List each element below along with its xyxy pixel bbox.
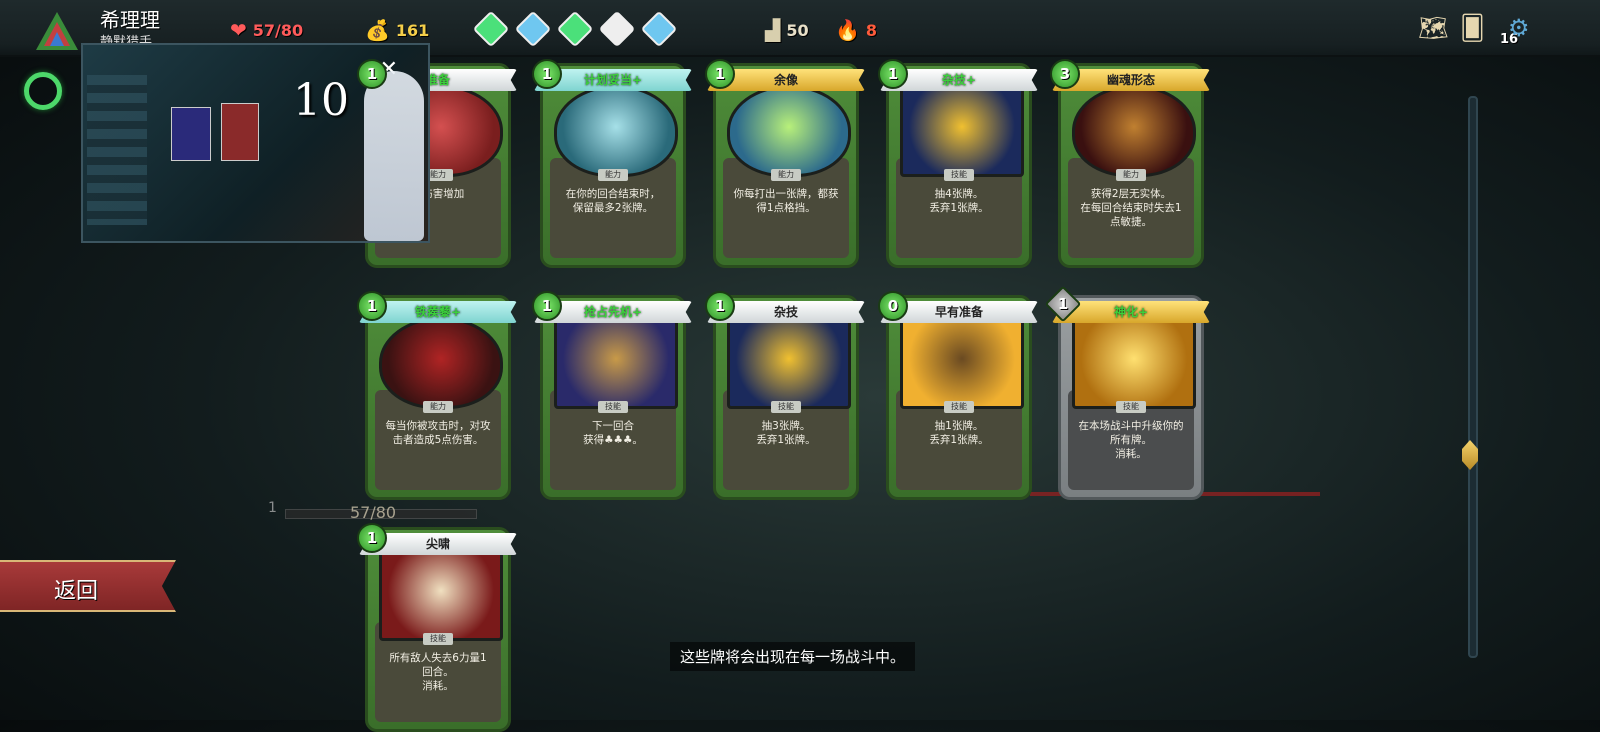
ghost-block-icon: 1	[268, 500, 277, 516]
card-art	[900, 85, 1024, 177]
card-type-label: 技能	[944, 169, 974, 181]
card-energy-cost: 1	[878, 59, 908, 89]
card-description: 在本场战斗中升级你的 所有牌。 消耗。	[1078, 420, 1184, 460]
back-button-label: 返回	[54, 579, 99, 604]
potion-slot-3[interactable]	[556, 10, 594, 48]
card-9[interactable]: 神化+ 1 技能 在本场战斗中升级你的 所有牌。 消耗。	[1044, 285, 1210, 500]
card-6[interactable]: 抢占先机+ 1 技能 下一回合 获得♣♣♣。	[532, 291, 692, 500]
card-art	[727, 85, 851, 177]
card-type-label: 技能	[944, 401, 974, 413]
card-energy-cost: 3	[1050, 59, 1080, 89]
potion-slot-2[interactable]	[514, 10, 552, 48]
card-art	[1072, 85, 1196, 177]
card-description: 下一回合 获得♣♣♣。	[583, 420, 643, 446]
hp-value: 57/80	[252, 20, 304, 40]
card-description: 所有敌人失去6力量1 回合。 消耗。	[389, 652, 487, 692]
card-type-label: 能力	[1116, 169, 1146, 181]
hp-display[interactable]: ❤ 57/80	[230, 18, 303, 42]
ascension-flame-icon: 🔥	[835, 18, 860, 42]
card-description: 在你的回合结束时， 保留最多2张牌。	[565, 188, 661, 214]
card-energy-cost: 1	[705, 291, 735, 321]
card-art	[1072, 317, 1196, 409]
gold-bag-icon: 💰	[365, 18, 390, 42]
potion-slot-4[interactable]	[598, 10, 636, 48]
potion-slot-1[interactable]	[472, 10, 510, 48]
card-2[interactable]: 余像 1 能力 你每打出一张牌，都获 得1点格挡。	[705, 59, 865, 268]
map-icon[interactable]: 🗺	[1418, 14, 1448, 42]
potion-slot-5[interactable]	[640, 10, 678, 48]
card-energy-cost: 1	[357, 291, 387, 321]
card-description: 你每打出一张牌，都获 得1点格挡。	[733, 188, 839, 214]
stream-chat-feed	[87, 75, 147, 225]
info-tooltip: 这些牌将会出现在每一场战斗中。	[670, 642, 916, 671]
card-type-label: 技能	[598, 401, 628, 413]
gold-value: 161	[395, 20, 430, 40]
card-energy-cost: 0	[878, 291, 908, 321]
ascension-value: 8	[865, 20, 878, 40]
card-type-label: 能力	[598, 169, 628, 181]
card-art	[900, 317, 1024, 409]
stairs-icon: ▟	[765, 18, 781, 42]
card-description: 抽3张牌。 丢弃1张牌。	[756, 420, 816, 446]
card-art	[554, 317, 678, 409]
card-art	[554, 85, 678, 177]
card-type-label: 能力	[771, 169, 801, 181]
card-type-label: 技能	[771, 401, 801, 413]
card-energy-cost: 1	[532, 291, 562, 321]
character-name: 希理理	[100, 8, 160, 32]
card-energy-cost: 1	[705, 59, 735, 89]
stream-counter: 10	[293, 75, 349, 126]
card-description: 抽1张牌。 丢弃1张牌。	[929, 420, 989, 446]
ring-of-snake-relic-icon[interactable]	[24, 72, 62, 110]
card-energy-cost: 1	[357, 523, 387, 553]
card-description: 抽4张牌。 丢弃1张牌。	[929, 188, 989, 214]
card-10[interactable]: 尖啸 1 技能 所有敌人失去6力量1 回合。 消耗。	[357, 523, 517, 732]
card-type-label: 技能	[423, 633, 453, 645]
card-art	[727, 317, 851, 409]
stream-mini-card	[221, 103, 259, 161]
floor-display: ▟ 50	[765, 18, 809, 42]
stream-mini-card	[171, 107, 211, 161]
card-description: 获得2层无实体。 在每回合结束时失去1 点敏捷。	[1080, 188, 1182, 228]
card-1[interactable]: 计划妥当+ 1 能力 在你的回合结束时， 保留最多2张牌。	[532, 59, 692, 268]
card-art	[379, 317, 503, 409]
card-energy-cost: 1	[357, 59, 387, 89]
scrollbar-track[interactable]	[1468, 96, 1478, 658]
card-type-label: 技能	[1116, 401, 1146, 413]
floor-value: 50	[786, 20, 809, 40]
card-art	[379, 549, 503, 641]
ascension-display: 🔥 8	[835, 18, 877, 42]
card-8[interactable]: 早有准备 0 技能 抽1张牌。 丢弃1张牌。	[878, 291, 1038, 500]
back-button[interactable]: 返回	[0, 560, 176, 612]
ghost-hp-text: 57/80	[350, 503, 397, 522]
silent-character-icon	[36, 12, 78, 50]
card-description: 每当你被攻击时，对攻 击者造成5点伤害。	[385, 420, 491, 446]
deck-icon[interactable]: 🂠	[1460, 14, 1485, 42]
vtuber-avatar	[364, 71, 424, 241]
heart-icon: ❤	[230, 18, 247, 42]
card-5[interactable]: 铁蒺藜+ 1 能力 每当你被攻击时，对攻 击者造成5点伤害。	[357, 291, 517, 500]
gold-display[interactable]: 💰 161	[365, 18, 429, 42]
card-energy-cost: 1	[532, 59, 562, 89]
card-7[interactable]: 杂技 1 技能 抽3张牌。 丢弃1张牌。	[705, 291, 865, 500]
card-4[interactable]: 幽魂形态 3 能力 获得2层无实体。 在每回合结束时失去1 点敏捷。	[1050, 59, 1210, 268]
settings-gear-icon[interactable]: ⚙	[1508, 14, 1530, 42]
card-type-label: 能力	[423, 401, 453, 413]
card-3[interactable]: 杂技+ 1 技能 抽4张牌。 丢弃1张牌。	[878, 59, 1038, 268]
